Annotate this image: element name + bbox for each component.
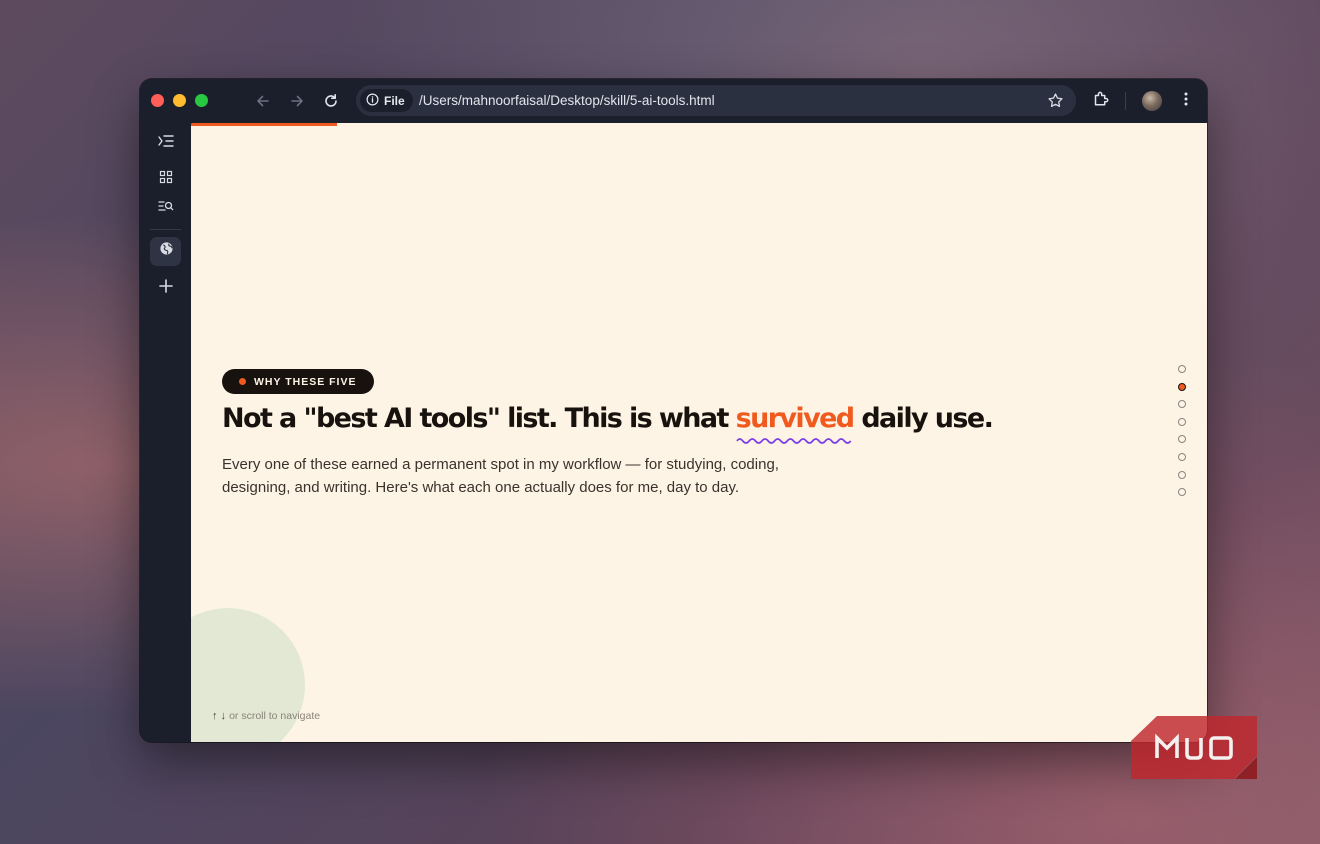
toolbar-separator: [1125, 92, 1126, 110]
nav-dot-8[interactable]: [1178, 488, 1186, 497]
nav-dot-5[interactable]: [1178, 435, 1186, 444]
tab-search-icon: [158, 199, 174, 218]
vertical-tabs-sidebar: [140, 123, 191, 742]
file-chip-label: File: [384, 93, 405, 108]
scroll-hint: ↑ ↓ or scroll to navigate: [212, 710, 320, 722]
forward-button[interactable]: [285, 90, 309, 112]
squiggle-underline: [735, 438, 851, 444]
forward-arrow-icon: [289, 93, 305, 109]
extensions-puzzle-icon: [1092, 90, 1110, 113]
nav-dot-4[interactable]: [1178, 417, 1186, 426]
eyebrow-dot: [239, 378, 246, 385]
eyebrow-label: WHY THESE FIVE: [254, 375, 357, 388]
extensions-button[interactable]: [1089, 90, 1113, 112]
nav-dot-1[interactable]: [1178, 365, 1186, 373]
back-button[interactable]: [251, 90, 275, 112]
collapse-sidebar-button[interactable]: [155, 132, 177, 154]
info-icon: [366, 93, 379, 109]
profile-avatar[interactable]: [1142, 91, 1162, 111]
headline-highlight-text: survived: [735, 403, 856, 434]
browser-menu-button[interactable]: [1174, 90, 1198, 112]
eyebrow-pill: WHY THESE FIVE: [222, 369, 374, 394]
url-text[interactable]: /Users/mahnoorfaisal/Desktop/skill/5-ai-…: [419, 93, 715, 108]
nav-dot-2[interactable]: [1178, 382, 1186, 391]
back-arrow-icon: [255, 93, 271, 109]
collapse-sidebar-icon: [158, 134, 174, 153]
new-tab-button[interactable]: [155, 277, 177, 299]
browser-window: File /Users/mahnoorfaisal/Desktop/skill/…: [140, 79, 1207, 742]
globe-icon: [159, 241, 174, 261]
slide-progress-bar: [191, 123, 337, 126]
zoom-window-button[interactable]: [195, 94, 208, 107]
minimize-window-button[interactable]: [173, 94, 186, 107]
reload-icon: [323, 93, 339, 109]
tab-grid-button[interactable]: [155, 168, 177, 190]
address-bar[interactable]: File /Users/mahnoorfaisal/Desktop/skill/…: [356, 85, 1076, 116]
title-bar: File /Users/mahnoorfaisal/Desktop/skill/…: [140, 79, 1207, 123]
headline-highlight: survived: [735, 403, 856, 444]
page-viewport: WHY THESE FIVE Not a "best AI tools" lis…: [191, 123, 1207, 742]
new-tab-plus-icon: [159, 278, 173, 298]
scroll-hint-arrows: ↑ ↓: [212, 710, 227, 722]
tab-search-button[interactable]: [155, 197, 177, 219]
sidebar-divider: [150, 229, 181, 230]
bookmark-star-icon[interactable]: [1047, 92, 1064, 114]
slide-body: Every one of these earned a permanent sp…: [222, 456, 779, 496]
headline-part-2: daily use.: [853, 403, 994, 434]
site-info-chip[interactable]: File: [360, 89, 413, 112]
slide-headline: Not a "best AI tools" list. This is what…: [222, 403, 994, 444]
tab-grid-icon: [159, 170, 173, 189]
nav-dot-7[interactable]: [1178, 470, 1186, 479]
nav-dot-3[interactable]: [1178, 400, 1186, 409]
muo-watermark-logo: [1131, 716, 1257, 779]
close-window-button[interactable]: [151, 94, 164, 107]
sidebar-tab-globe[interactable]: [155, 240, 177, 262]
headline-part-1: Not a "best AI tools" list. This is what: [222, 403, 736, 434]
nav-dot-6[interactable]: [1178, 453, 1186, 461]
menu-kebab-icon: [1183, 91, 1189, 112]
reload-button[interactable]: [319, 90, 343, 112]
scroll-hint-text: or scroll to navigate: [229, 710, 321, 722]
